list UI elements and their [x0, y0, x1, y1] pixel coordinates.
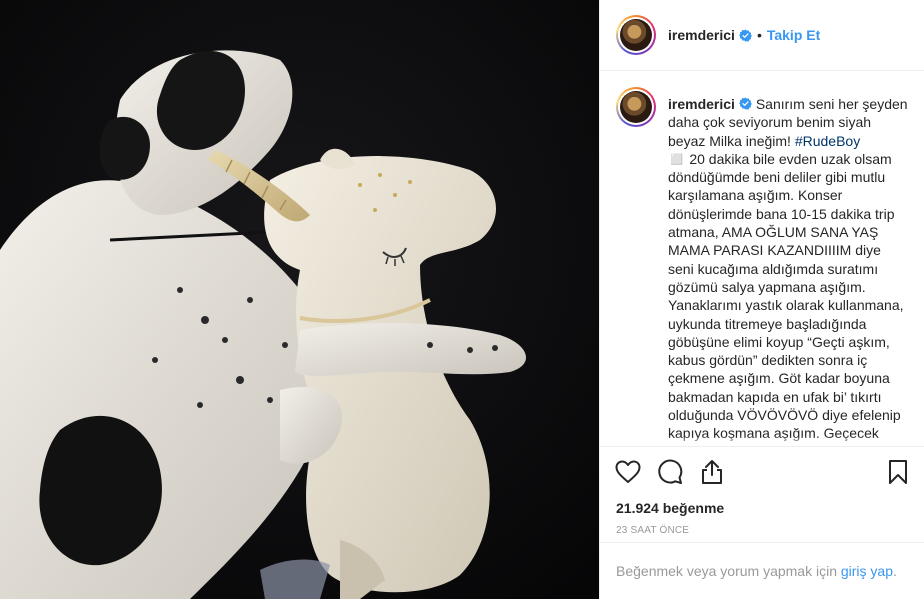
post-photo[interactable]: [0, 0, 599, 599]
bookmark-icon: [889, 460, 907, 484]
header-username[interactable]: iremderici: [668, 27, 735, 43]
like-button[interactable]: [614, 458, 642, 486]
login-prompt-suffix: .: [893, 563, 897, 579]
avatar-image: [620, 19, 652, 51]
caption-row: iremderici Sanırım seni her şeyden daha …: [616, 87, 908, 446]
dog-and-unicorn-photo: [0, 0, 599, 599]
post-timestamp[interactable]: 23 SAAT ÖNCE: [600, 519, 924, 543]
caption-text: iremderici Sanırım seni her şeyden daha …: [668, 87, 908, 446]
caption-avatar-image: [620, 91, 652, 123]
caption-username[interactable]: iremderici: [668, 96, 735, 112]
verified-badge-icon: [739, 29, 752, 41]
comments-area[interactable]: iremderici Sanırım seni her şeyden daha …: [600, 71, 924, 447]
login-link[interactable]: giriş yap: [841, 563, 893, 579]
comment-button[interactable]: [656, 458, 684, 486]
caption-avatar-inner: [618, 89, 654, 125]
header-separator: •: [756, 27, 762, 43]
follow-button[interactable]: Takip Et: [767, 27, 820, 43]
action-bar: [600, 447, 924, 497]
caption-avatar[interactable]: [616, 87, 656, 127]
caption-verified-badge-icon: [739, 97, 752, 110]
share-icon: [702, 460, 722, 484]
comments-fade: [600, 436, 924, 446]
instagram-post: iremderici • Takip Et iremderici Sanırım…: [0, 0, 924, 599]
login-prompt-text: Beğenmek veya yorum yapmak için: [616, 563, 841, 579]
save-button[interactable]: [884, 458, 912, 486]
avatar[interactable]: [616, 15, 656, 55]
avatar-inner: [618, 17, 654, 53]
caption-hashtag[interactable]: #RudeBoy: [795, 133, 860, 149]
post-side-panel: iremderici • Takip Et iremderici Sanırım…: [599, 0, 924, 599]
heart-icon: [615, 460, 641, 483]
likes-count[interactable]: 21.924 beğenme: [600, 497, 924, 519]
login-prompt: Beğenmek veya yorum yapmak için giriş ya…: [600, 543, 924, 599]
post-header: iremderici • Takip Et: [600, 0, 924, 71]
share-button[interactable]: [698, 458, 726, 486]
comment-icon: [658, 459, 683, 484]
caption-body-rest: ◻️ 20 dakika bile evden uzak olsam döndü…: [668, 150, 904, 446]
